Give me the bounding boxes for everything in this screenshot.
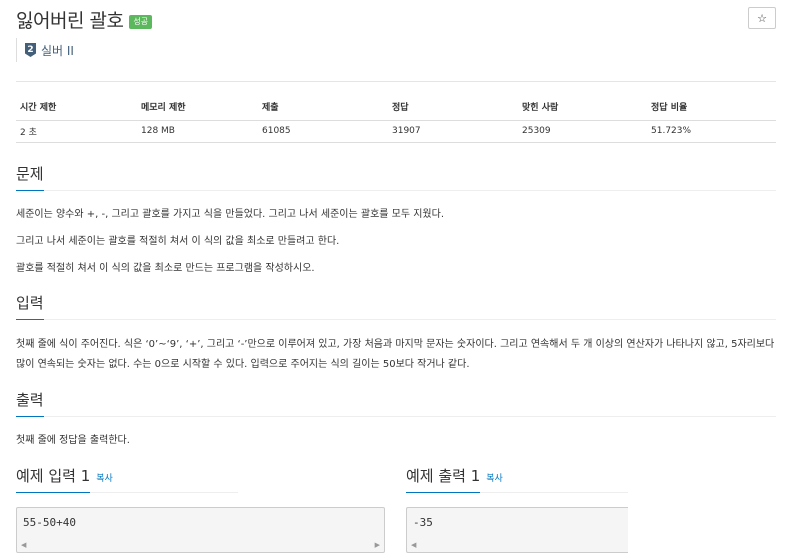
output-section-header: 출력 [16, 389, 776, 417]
header-solved-users: 맞힌 사람 [518, 93, 647, 121]
star-icon: ☆ [757, 11, 767, 25]
output-heading: 출력 [16, 389, 44, 417]
silver-tier-icon: 2 [25, 43, 36, 57]
divider [16, 81, 776, 82]
header-submissions: 제출 [258, 93, 388, 121]
value-accepted[interactable]: 31907 [388, 120, 518, 143]
value-memory-limit: 128 MB [137, 120, 258, 143]
sample-output-content: -35 [413, 516, 433, 529]
horizontal-scrollbar[interactable]: ◀ [407, 538, 628, 552]
problem-paragraph: 괄호를 적절히 쳐서 이 식의 값을 최소로 만드는 프로그램을 작성하시오. [16, 263, 315, 274]
table-header-row: 시간 제한 메모리 제한 제출 정답 맞힌 사람 정답 비율 [16, 93, 776, 121]
header-accept-ratio: 정답 비율 [647, 93, 776, 121]
header-accepted: 정답 [388, 93, 518, 121]
input-section-header: 입력 [16, 292, 776, 320]
value-solved-users[interactable]: 25309 [518, 120, 647, 143]
favorite-star-button[interactable]: ☆ [748, 7, 776, 29]
copy-input-link[interactable]: 복사 [96, 474, 113, 484]
sample-output-heading: 예제 출력 1 [406, 465, 481, 493]
input-description: 첫째 줄에 식이 주어진다. 식은 ‘0’~‘9’, ‘+’, 그리고 ‘-’만… [16, 339, 775, 370]
copy-output-link[interactable]: 복사 [486, 474, 503, 484]
problem-section-header: 문제 [16, 163, 776, 191]
output-description: 첫째 줄에 정답을 출력한다. [16, 435, 130, 446]
sample-output-header: 예제 출력 1 복사 [406, 465, 628, 493]
problem-paragraph: 세준이는 양수와 +, -, 그리고 괄호를 가지고 식을 만들었다. 그리고 … [16, 209, 445, 220]
sample-input-box[interactable]: 55-50+40 ◀ ▶ [16, 507, 385, 553]
table-row: 2 초 128 MB 61085 31907 25309 51.723% [16, 120, 776, 143]
sample-input-header: 예제 입력 1 복사 [16, 465, 238, 493]
value-submissions[interactable]: 61085 [258, 120, 388, 143]
header-memory-limit: 메모리 제한 [137, 93, 258, 121]
tier-label[interactable]: 실버 II [41, 42, 74, 59]
problem-paragraph: 그리고 나서 세준이는 괄호를 적절히 쳐서 이 식의 값을 최소로 만들려고 … [16, 236, 340, 247]
problem-info-table: 시간 제한 메모리 제한 제출 정답 맞힌 사람 정답 비율 2 초 128 M… [16, 93, 776, 143]
sample-input-content: 55-50+40 [23, 516, 76, 529]
problem-header: 잃어버린 괄호 성공 [16, 6, 153, 33]
header-time-limit: 시간 제한 [16, 93, 137, 121]
problem-title: 잃어버린 괄호 [16, 10, 124, 32]
sample-input-heading: 예제 입력 1 [16, 465, 91, 493]
tier-info: 2 실버 II [16, 38, 74, 62]
result-badge: 성공 [129, 14, 153, 29]
input-heading: 입력 [16, 292, 44, 320]
scroll-left-icon[interactable]: ◀ [411, 541, 416, 549]
sample-output-box[interactable]: -35 ◀ [406, 507, 628, 553]
horizontal-scrollbar[interactable]: ◀ ▶ [17, 538, 384, 552]
scroll-left-icon[interactable]: ◀ [21, 541, 26, 549]
problem-heading: 문제 [16, 163, 44, 191]
value-time-limit: 2 초 [16, 120, 137, 143]
value-accept-ratio: 51.723% [647, 120, 776, 143]
scroll-right-icon[interactable]: ▶ [375, 541, 380, 549]
